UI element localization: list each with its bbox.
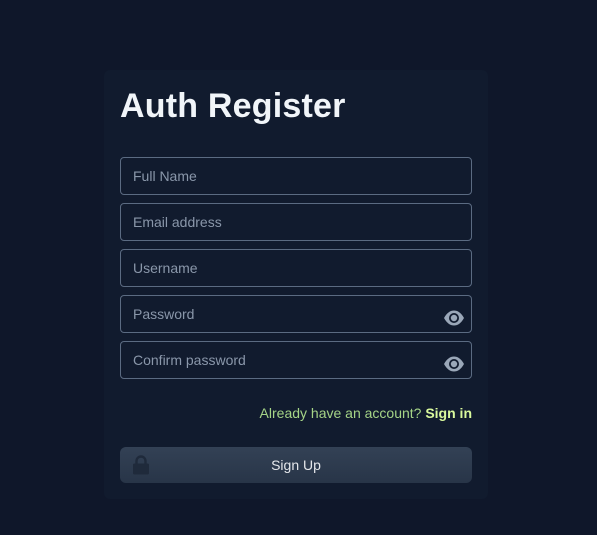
email-field-wrapper [120,203,472,241]
sign-in-link[interactable]: Sign in [425,405,472,421]
confirm-password-input[interactable] [121,342,471,378]
account-prompt-text: Already have an account? [259,405,422,421]
page: Auth Register Full Name Email address Us… [0,0,597,535]
password-visibility-toggle [444,310,464,326]
password-input[interactable] [121,296,471,332]
register-card: Auth Register Full Name Email address Us… [104,70,488,499]
page-title: Auth Register [120,87,346,125]
username-field-wrapper [120,249,472,287]
eye-icon[interactable] [443,355,465,373]
full-name-input[interactable] [121,158,471,194]
sign-up-label: Sign Up [271,457,321,473]
email-input[interactable] [121,204,471,240]
sign-up-button[interactable]: Sign Up [120,447,472,483]
username-input[interactable] [121,250,471,286]
eye-icon[interactable] [443,309,465,327]
lock-icon [132,455,150,475]
full-name-field-wrapper [120,157,472,195]
confirm-password-field-wrapper [120,341,472,379]
password-field-wrapper [120,295,472,333]
confirm-password-visibility-toggle [444,356,464,372]
account-prompt-line: Already have an account? Sign in [260,404,472,422]
